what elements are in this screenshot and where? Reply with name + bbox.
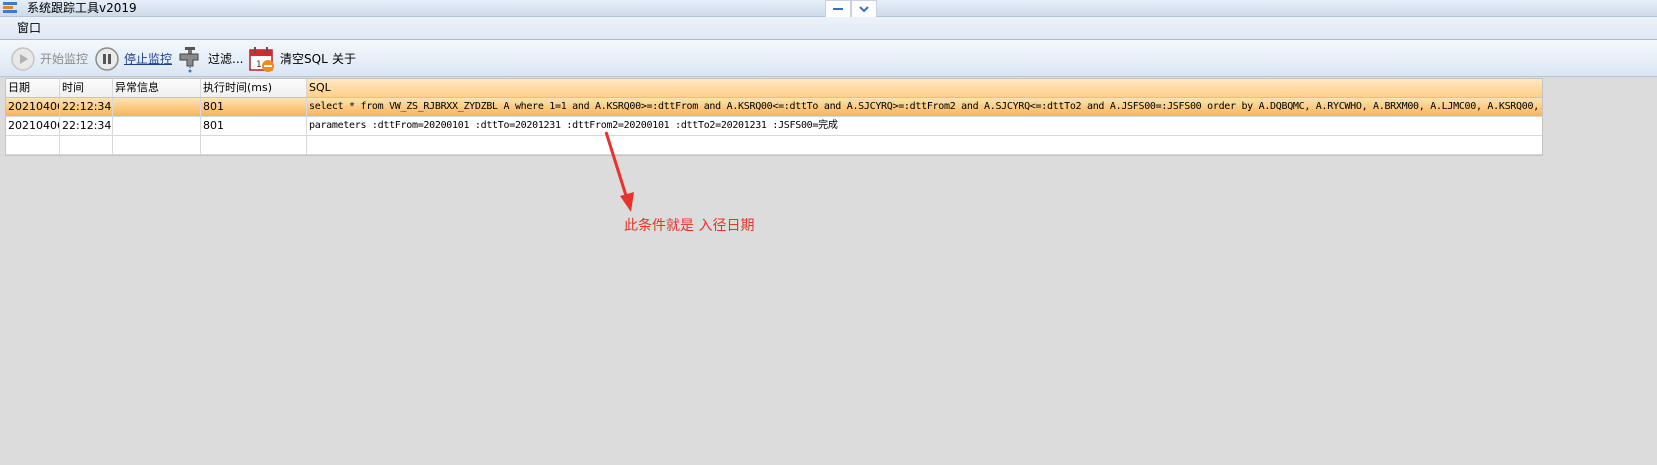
pause-icon xyxy=(95,47,119,71)
about-button[interactable]: 关于 xyxy=(332,45,356,73)
app-icon xyxy=(3,2,17,13)
chevron-down-icon xyxy=(859,5,869,12)
grid-header-row: 日期 时间 异常信息 执行时间(ms) SQL xyxy=(6,79,1542,98)
calendar-clear-icon: 1 xyxy=(249,47,274,72)
play-icon xyxy=(11,47,35,71)
cell-exec-time: 801 xyxy=(201,98,307,116)
column-header-date[interactable]: 日期 xyxy=(6,79,60,97)
cell-sql: parameters :dttFrom=20200101 :dttTo=2020… xyxy=(309,120,838,131)
cell-error xyxy=(113,136,201,154)
minus-icon xyxy=(833,8,843,10)
minimize-ribbon-button[interactable] xyxy=(825,0,851,18)
clear-sql-label: 清空SQL xyxy=(280,52,328,66)
about-label: 关于 xyxy=(332,52,357,66)
cell-sql xyxy=(307,136,1542,154)
stop-monitor-label: 停止监控 xyxy=(124,52,173,66)
cell-date: 20210406 xyxy=(6,117,60,135)
sql-trace-grid: 日期 时间 异常信息 执行时间(ms) SQL 20210406 22:12:3… xyxy=(5,78,1543,156)
title-bar: 系统跟踪工具v2019 xyxy=(0,0,1657,18)
start-monitor-label: 开始监控 xyxy=(40,52,89,66)
cell-exec-time xyxy=(201,136,307,154)
expand-ribbon-button[interactable] xyxy=(851,0,877,18)
cell-date: 20210406 xyxy=(6,98,60,116)
column-header-exec-time[interactable]: 执行时间(ms) xyxy=(201,79,307,97)
faucet-icon xyxy=(179,47,199,73)
column-header-error[interactable]: 异常信息 xyxy=(113,79,201,97)
start-monitor-button[interactable]: 开始监控 xyxy=(10,45,88,73)
table-row[interactable]: 20210406 22:12:34 801 select * from VW_Z… xyxy=(6,98,1542,117)
menu-item-window[interactable]: 窗口 xyxy=(17,21,41,35)
filter-label: 过滤... xyxy=(208,52,244,66)
column-header-sql[interactable]: SQL xyxy=(307,79,1542,97)
cell-error xyxy=(113,117,201,135)
column-header-time[interactable]: 时间 xyxy=(60,79,113,97)
stop-monitor-button[interactable]: 停止监控 xyxy=(94,45,172,73)
annotation-text: 此条件就是 入径日期 xyxy=(624,218,755,234)
table-row[interactable] xyxy=(6,136,1542,155)
toolbar: 开始监控 停止监控 过滤... 1 清空SQL 关于 xyxy=(0,40,1657,77)
cell-time: 22:12:34 xyxy=(60,98,113,116)
filter-button[interactable]: 过滤... xyxy=(176,45,243,73)
cell-time xyxy=(60,136,113,154)
cell-exec-time: 801 xyxy=(201,117,307,135)
menu-bar: 窗口 xyxy=(0,17,1657,40)
clear-sql-button[interactable]: 1 清空SQL xyxy=(248,45,328,73)
table-row[interactable]: 20210406 22:12:34 801 parameters :dttFro… xyxy=(6,117,1542,136)
svg-text:1: 1 xyxy=(256,60,262,70)
window-title: 系统跟踪工具v2019 xyxy=(27,1,137,15)
cell-error xyxy=(113,98,201,116)
cell-sql: select * from VW_ZS_RJBRXX_ZYDZBL A wher… xyxy=(309,101,1542,112)
cell-date xyxy=(6,136,60,154)
cell-time: 22:12:34 xyxy=(60,117,113,135)
